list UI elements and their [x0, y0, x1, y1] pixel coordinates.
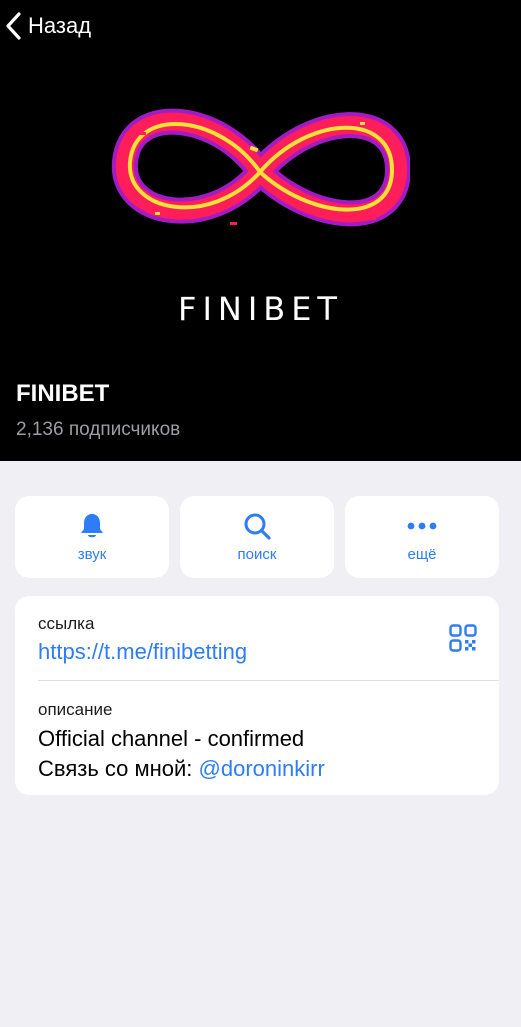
channel-info-card: ссылка https://t.me/finibetting описание… — [15, 596, 499, 795]
back-label: Назад — [28, 13, 92, 38]
channel-name: FINIBET — [16, 380, 110, 407]
info-divider — [38, 680, 499, 681]
search-button[interactable]: поиск — [180, 496, 334, 578]
channel-logo-infinity-icon — [110, 92, 412, 257]
more-icon — [406, 512, 438, 546]
brand-logo-text: FINIBET — [178, 290, 343, 328]
subscriber-count: 2,136 подписчиков — [16, 419, 181, 440]
sound-label: звук — [77, 545, 107, 563]
description-label: описание — [38, 700, 113, 719]
back-button[interactable]: Назад — [4, 10, 91, 42]
qr-code-icon — [449, 624, 477, 656]
search-icon — [243, 512, 271, 546]
contact-mention-link[interactable]: @doroninkirr — [199, 756, 325, 781]
channel-header: Назад FINIBET FINIBET 2,136 подписчиков — [0, 0, 521, 461]
qr-code-button[interactable] — [449, 624, 477, 657]
action-bar: звук поиск ещё — [15, 496, 499, 578]
more-label: ещё — [407, 545, 437, 563]
bell-icon — [79, 512, 105, 546]
channel-description: Official channel - confirmed Связь со мн… — [38, 724, 325, 784]
description-line-2: Связь со мной: @doroninkirr — [38, 754, 325, 784]
search-label: поиск — [237, 545, 277, 563]
description-contact-prefix: Связь со мной: — [38, 756, 199, 781]
link-label: ссылка — [38, 614, 95, 633]
more-button[interactable]: ещё — [345, 496, 499, 578]
description-line-1: Official channel - confirmed — [38, 726, 305, 751]
sound-button[interactable]: звук — [15, 496, 169, 578]
chevron-left-icon — [4, 11, 22, 41]
channel-link[interactable]: https://t.me/finibetting — [38, 639, 247, 665]
